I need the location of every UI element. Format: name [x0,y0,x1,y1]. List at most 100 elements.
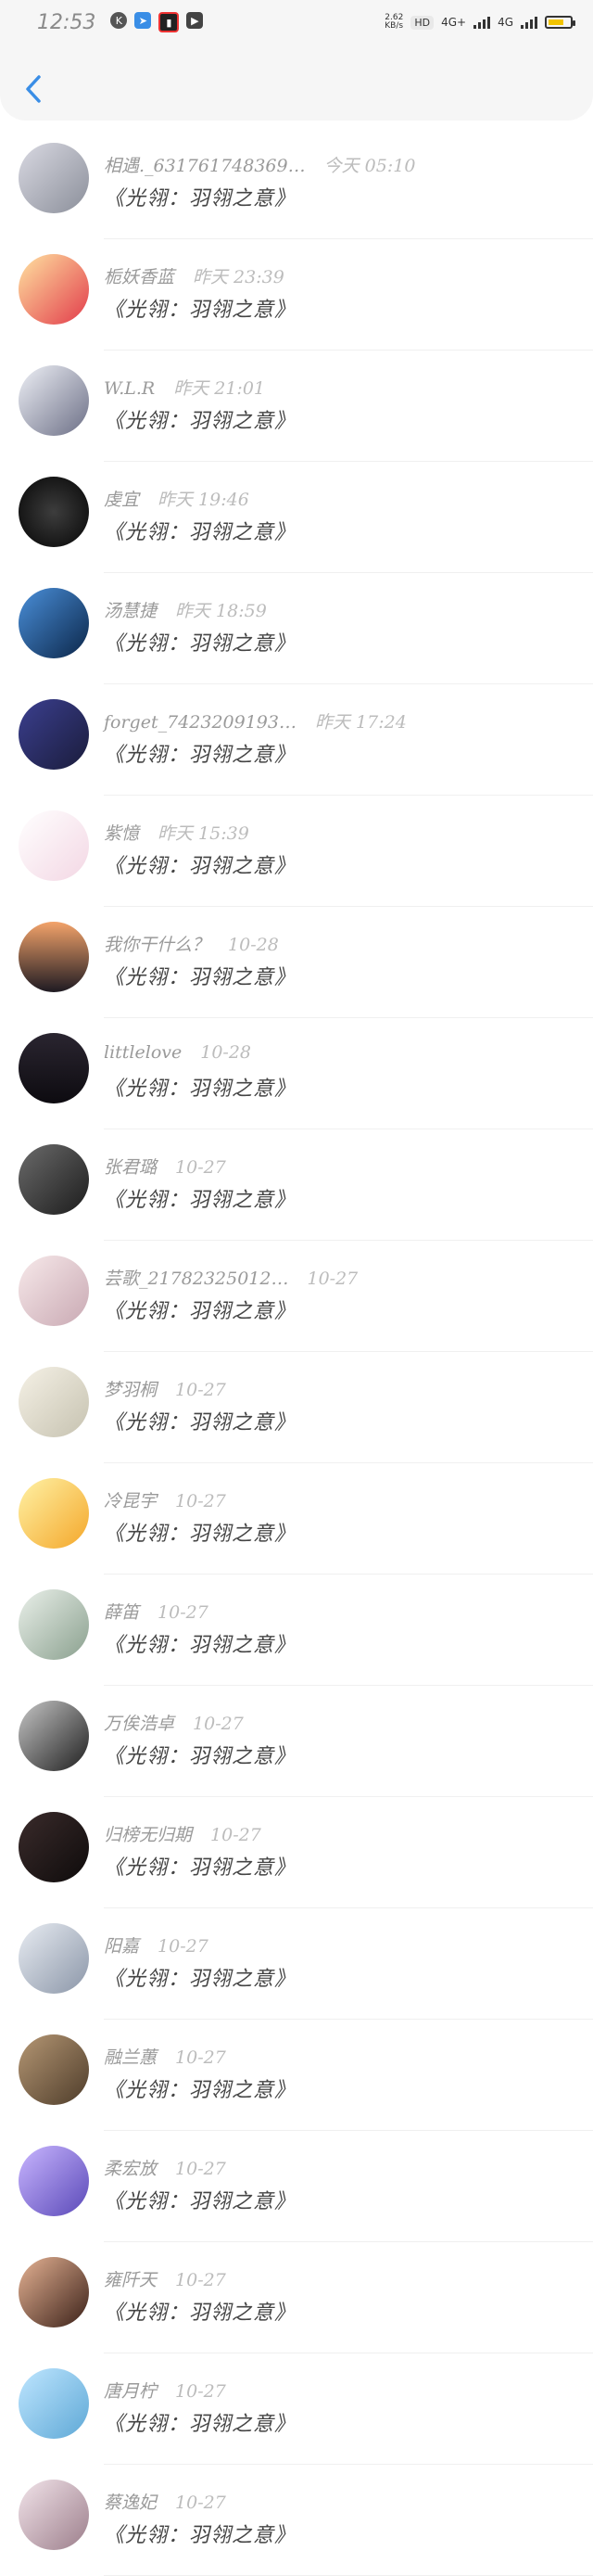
user-name[interactable]: W.L.R 昨天 21:01 [104,375,265,400]
net-speed: 2.62 KB/s [385,13,404,31]
user-name[interactable]: 我你干什么？ 10-28 [104,931,279,956]
post-time: 昨天 18:59 [175,601,267,621]
avatar[interactable] [19,1478,89,1549]
user-name[interactable]: 虔宜 昨天 19:46 [104,486,249,511]
list-item[interactable]: W.L.R 昨天 21:01 《光翎：羽翎之意》 [0,351,593,462]
avatar[interactable] [19,1256,89,1326]
list-item[interactable]: 万俟浩卓 10-27 《光翎：羽翎之意》 [0,1686,593,1797]
post-time: 10-27 [158,1936,208,1957]
user-name[interactable]: 柔宏放 10-27 [104,2155,226,2180]
avatar[interactable] [19,810,89,881]
avatar[interactable] [19,477,89,547]
battery-icon [545,16,575,29]
user-name[interactable]: 汤慧捷 昨天 18:59 [104,597,267,622]
user-name-text: 万俟浩卓 [104,1714,175,1734]
list-item[interactable]: 柔宏放 10-27 《光翎：羽翎之意》 [0,2131,593,2242]
avatar[interactable] [19,588,89,658]
user-name-text: 柔宏放 [104,2159,158,2179]
user-name[interactable]: 万俟浩卓 10-27 [104,1710,244,1735]
list-item[interactable]: forget_7423209193… 昨天 17:24 《光翎：羽翎之意》 [0,684,593,796]
user-name[interactable]: 阳嘉 10-27 [104,1932,208,1958]
user-name-text: 融兰蕙 [104,2047,158,2068]
user-name-text: 紫憶 [104,823,140,844]
user-name[interactable]: 紫憶 昨天 15:39 [104,820,249,845]
user-name-text: 芸歌_21782325012… [104,1269,289,1289]
avatar[interactable] [19,2146,89,2216]
item-title: 《光翎：羽翎之意》 [104,2524,296,2547]
avatar[interactable] [19,2368,89,2439]
user-name[interactable]: 冷昆宇 10-27 [104,1487,226,1512]
user-name[interactable]: 融兰蕙 10-27 [104,2044,226,2069]
list-item[interactable]: 汤慧捷 昨天 18:59 《光翎：羽翎之意》 [0,573,593,684]
avatar[interactable] [19,2257,89,2327]
user-name-text: 我你干什么？ [104,935,210,955]
user-name[interactable]: 雍阡天 10-27 [104,2266,226,2291]
item-title: 《光翎：羽翎之意》 [104,187,296,210]
post-time: 10-28 [228,935,279,955]
user-name[interactable]: 梦羽桐 10-27 [104,1376,226,1401]
user-name[interactable]: 蔡逸妃 10-27 [104,2489,226,2514]
avatar[interactable] [19,1367,89,1437]
post-time: 10-27 [175,2381,226,2402]
list-item[interactable]: 唐月柠 10-27 《光翎：羽翎之意》 [0,2353,593,2465]
list-item[interactable]: 冷昆宇 10-27 《光翎：羽翎之意》 [0,1463,593,1575]
avatar[interactable] [19,699,89,770]
post-time: 昨天 15:39 [158,823,249,844]
avatar[interactable] [19,143,89,213]
list-item[interactable]: 蔡逸妃 10-27 《光翎：羽翎之意》 [0,2465,593,2576]
user-name[interactable]: 张君璐 10-27 [104,1154,226,1179]
post-time: 10-27 [175,2270,226,2290]
avatar[interactable] [19,1144,89,1215]
user-name-text: 栀妖香蓝 [104,267,175,287]
item-title: 《光翎：羽翎之意》 [104,2302,296,2325]
list-item[interactable]: 相遇._6317617483​69… 今天 05:10 《光翎：羽翎之意》 [0,128,593,239]
list-item[interactable]: 张君璐 10-27 《光翎：羽翎之意》 [0,1129,593,1241]
user-name[interactable]: 归榜无归期 10-27 [104,1821,261,1846]
user-name[interactable]: 薛笛 10-27 [104,1599,208,1624]
avatar[interactable] [19,254,89,325]
list-item[interactable]: 芸歌_21782325012… 10-27 《光翎：羽翎之意》 [0,1241,593,1352]
user-name-text: 汤慧捷 [104,601,158,621]
list-item[interactable]: 阳嘉 10-27 《光翎：羽翎之意》 [0,1908,593,2020]
list-item[interactable]: 栀妖香蓝 昨天 23:39 《光翎：羽翎之意》 [0,239,593,351]
item-title: 《光翎：羽翎之意》 [104,744,296,767]
list-item[interactable]: 紫憶 昨天 15:39 《光翎：羽翎之意》 [0,796,593,907]
user-name[interactable]: littlelove 10-28 [104,1042,251,1063]
post-time: 10-27 [175,1380,226,1400]
user-name[interactable]: 栀妖香蓝 昨天 23:39 [104,263,284,288]
list-item[interactable]: 雍阡天 10-27 《光翎：羽翎之意》 [0,2242,593,2353]
signal-2-label: 4G [498,16,513,29]
avatar[interactable] [19,1033,89,1103]
user-name[interactable]: 相遇._6317617483​69… 今天 05:10 [104,152,415,177]
post-time: 10-27 [307,1269,359,1289]
list-item[interactable]: 融兰蕙 10-27 《光翎：羽翎之意》 [0,2020,593,2131]
avatar[interactable] [19,922,89,992]
item-title: 《光翎：羽翎之意》 [104,521,296,544]
avatar[interactable] [19,365,89,436]
paper-plane-icon: ➤ [134,12,152,29]
item-title: 《光翎：羽翎之意》 [104,855,296,878]
user-name[interactable]: 唐月柠 10-27 [104,2378,226,2403]
user-name[interactable]: 芸歌_21782325012… 10-27 [104,1265,358,1290]
avatar[interactable] [19,1812,89,1882]
user-name-text: W.L.R [104,378,156,399]
avatar[interactable] [19,1589,89,1660]
signal-2-icon [521,16,537,29]
chevron-left-icon[interactable] [20,72,48,106]
item-title: 《光翎：羽翎之意》 [104,2079,296,2102]
avatar[interactable] [19,1923,89,1994]
list-item[interactable]: 归榜无归期 10-27 《光翎：羽翎之意》 [0,1797,593,1908]
user-name-text: 唐月柠 [104,2381,158,2402]
avatar[interactable] [19,1701,89,1771]
list-item[interactable]: 薛笛 10-27 《光翎：羽翎之意》 [0,1575,593,1686]
post-time: 昨天 17:24 [314,712,407,733]
list-item[interactable]: littlelove 10-28 《光翎：羽翎之意》 [0,1018,593,1129]
list-item[interactable]: 虔宜 昨天 19:46 《光翎：羽翎之意》 [0,462,593,573]
user-name-text: 阳嘉 [104,1936,140,1957]
avatar[interactable] [19,2034,89,2105]
post-time: 昨天 19:46 [158,490,249,510]
list-item[interactable]: 梦羽桐 10-27 《光翎：羽翎之意》 [0,1352,593,1463]
avatar[interactable] [19,2480,89,2550]
user-name[interactable]: forget_7423209193… 昨天 17:24 [104,708,407,733]
list-item[interactable]: 我你干什么？ 10-28 《光翎：羽翎之意》 [0,907,593,1018]
